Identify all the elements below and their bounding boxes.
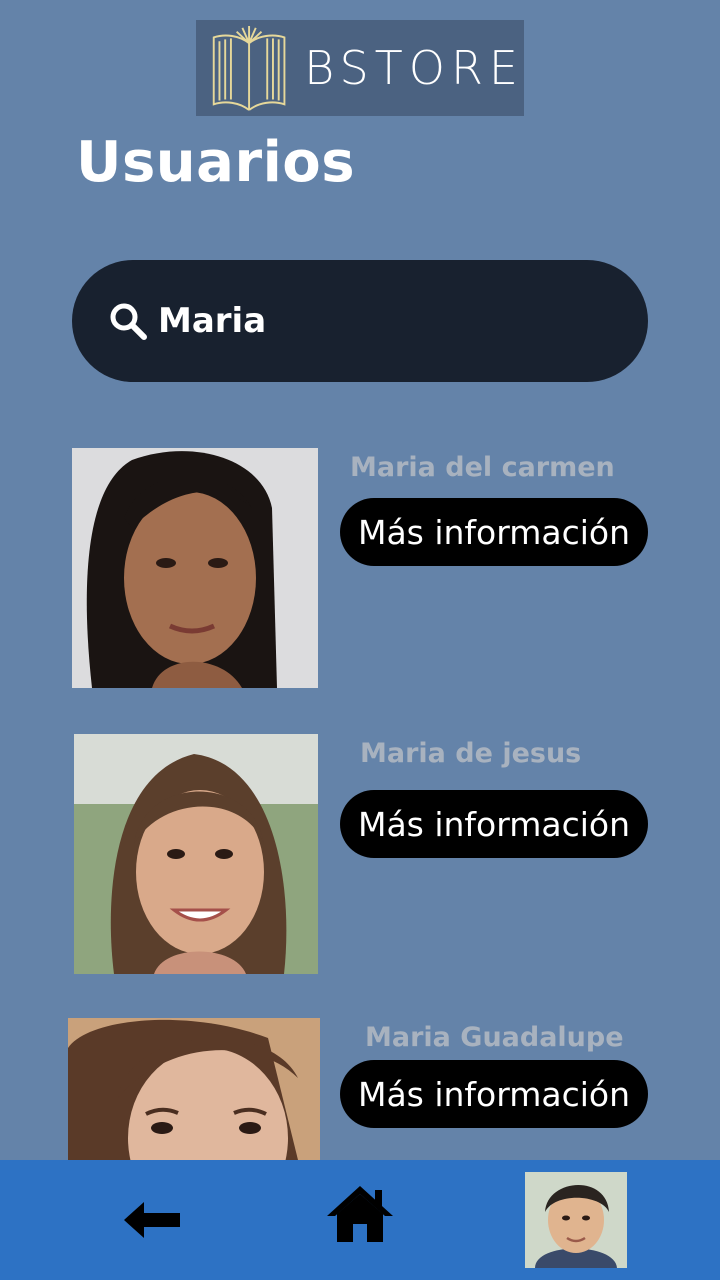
search-icon[interactable] <box>108 301 148 341</box>
store-logo: BSTORE <box>196 20 524 116</box>
user-name: Maria del carmen <box>350 452 615 483</box>
search-bar[interactable] <box>72 260 648 382</box>
more-info-button[interactable]: Más información <box>340 1060 648 1128</box>
profile-avatar[interactable] <box>525 1172 627 1268</box>
search-input[interactable] <box>158 301 538 341</box>
user-photo <box>72 448 318 688</box>
user-name: Maria de jesus <box>360 738 582 769</box>
more-info-button[interactable]: Más información <box>340 790 648 858</box>
user-name: Maria Guadalupe <box>365 1022 624 1053</box>
user-photo <box>68 1018 320 1160</box>
more-info-button[interactable]: Más información <box>340 498 648 566</box>
book-logo-icon <box>212 25 286 111</box>
bottom-navigation-bar <box>0 1160 720 1280</box>
brand-name: BSTORE <box>304 41 524 95</box>
home-icon[interactable] <box>325 1184 395 1242</box>
arrow-left-icon[interactable] <box>124 1200 180 1240</box>
page-title: Usuarios <box>76 130 356 195</box>
user-photo <box>74 734 318 974</box>
